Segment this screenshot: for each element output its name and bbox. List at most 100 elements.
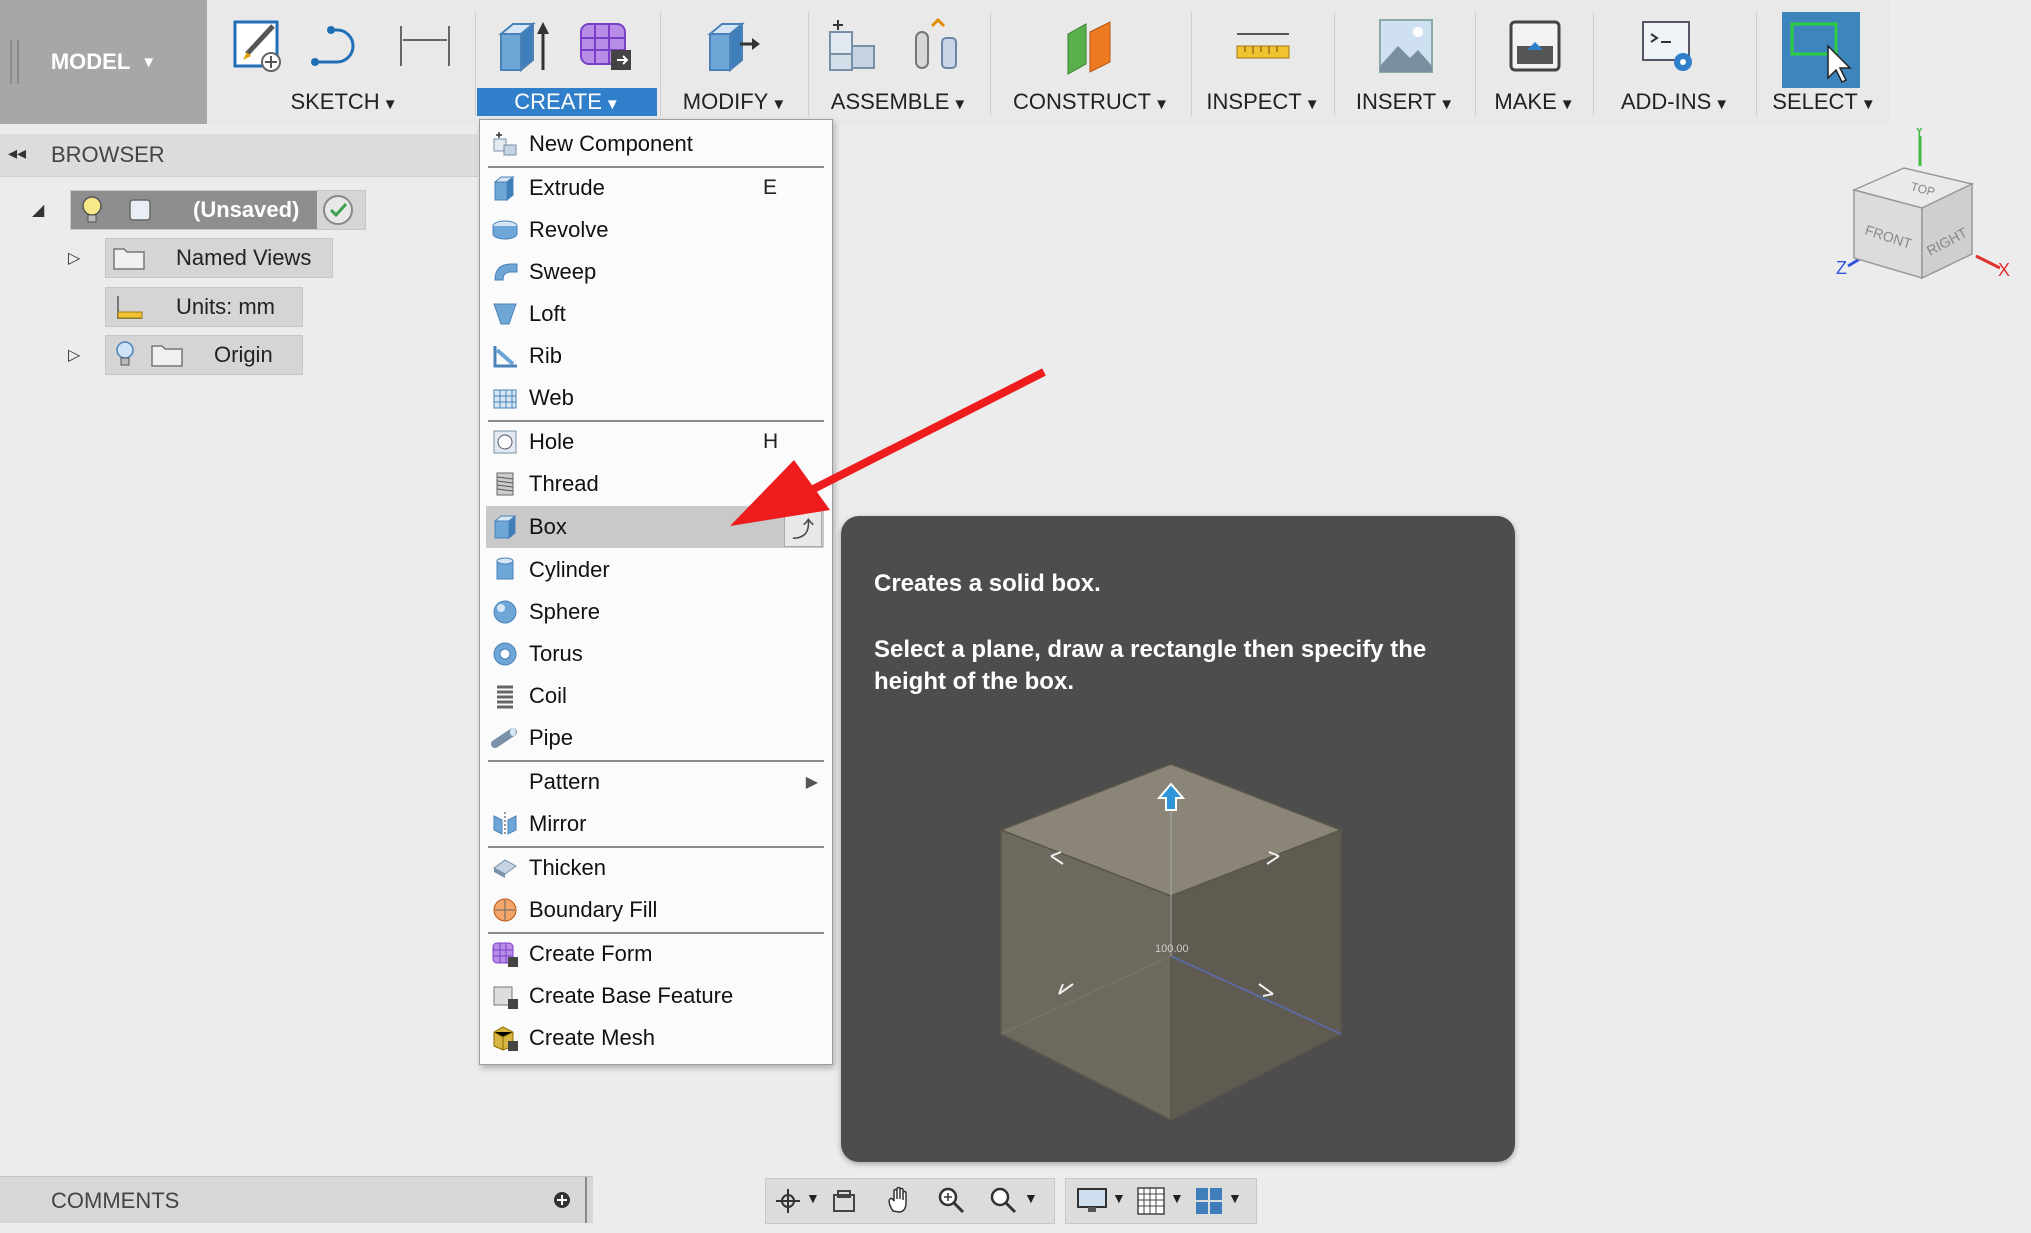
arc-icon[interactable]	[307, 16, 367, 76]
menu-item-pipe[interactable]: Pipe	[486, 718, 824, 758]
menu-item-cylinder[interactable]: Cylinder	[486, 550, 824, 590]
fit-zoom-icon[interactable]	[988, 1185, 1018, 1215]
pattern-placeholder-icon	[491, 768, 519, 796]
navigation-toolbar: ▼ ▼	[765, 1178, 1055, 1224]
workspace-switcher[interactable]: MODEL ▼	[0, 0, 207, 124]
modify-group[interactable]: MODIFY ▼	[662, 0, 807, 124]
look-at-icon[interactable]	[830, 1187, 858, 1215]
assemble-group[interactable]: ASSEMBLE ▼	[810, 0, 988, 124]
tree-item-origin[interactable]: Origin	[105, 335, 303, 375]
assemble-menu[interactable]: ASSEMBLE ▼	[810, 88, 988, 116]
menu-item-extrude[interactable]: Extrude E	[486, 168, 824, 208]
menu-item-torus[interactable]: Torus	[486, 634, 824, 674]
menu-item-label: Boundary Fill	[529, 897, 658, 922]
scripts-addins-icon[interactable]	[1639, 16, 1699, 76]
create-menu[interactable]: CREATE ▼	[477, 88, 657, 116]
lightbulb-icon[interactable]	[114, 340, 136, 370]
construct-group[interactable]: CONSTRUCT ▼	[992, 0, 1190, 124]
inspect-group[interactable]: INSPECT ▼	[1193, 0, 1333, 124]
menu-item-label: Hole	[529, 429, 575, 454]
menu-item-label: Revolve	[529, 217, 609, 242]
chevron-down-icon: ▼	[1304, 96, 1320, 113]
offset-plane-icon[interactable]	[1060, 16, 1120, 76]
pan-hand-icon[interactable]	[884, 1185, 914, 1215]
loft-icon	[493, 303, 517, 325]
sketch-group[interactable]: SKETCH ▼	[215, 0, 473, 124]
expand-named-views-icon[interactable]: ▷	[68, 248, 80, 268]
display-settings-icon[interactable]	[1076, 1186, 1108, 1216]
measure-icon[interactable]	[1233, 16, 1293, 76]
collapse-root-icon[interactable]: ◢	[32, 200, 44, 220]
joint-icon[interactable]	[908, 16, 968, 76]
zoom-icon[interactable]	[936, 1185, 966, 1215]
chevron-down-icon: ▼	[1154, 96, 1169, 113]
menu-item-coil[interactable]: Coil	[486, 676, 824, 716]
3d-print-icon[interactable]	[1505, 16, 1565, 76]
revolve-icon	[492, 220, 518, 240]
create-form-icon	[492, 942, 518, 967]
select-group[interactable]: SELECT ▼	[1758, 0, 1890, 124]
create-form-icon[interactable]	[577, 16, 637, 76]
insert-group[interactable]: INSERT ▼	[1336, 0, 1474, 124]
create-group[interactable]: CREATE ▼	[477, 0, 657, 124]
browser-header[interactable]: ◂◂ BROWSER	[0, 134, 478, 177]
create-sketch-icon[interactable]	[227, 16, 287, 76]
menu-item-pattern[interactable]: Pattern ▶	[486, 762, 824, 802]
add-comment-icon[interactable]	[553, 1191, 571, 1209]
menu-item-thicken[interactable]: Thicken	[486, 848, 824, 888]
menu-item-new-component[interactable]: New Component	[486, 124, 824, 164]
modify-menu[interactable]: MODIFY ▼	[662, 88, 807, 116]
insert-menu[interactable]: INSERT ▼	[1336, 88, 1474, 116]
menu-item-create-mesh[interactable]: Create Mesh	[486, 1018, 824, 1058]
chevron-down-icon[interactable]: ▼	[1112, 1190, 1126, 1206]
box-tooltip: Creates a solid box. Select a plane, dra…	[841, 516, 1515, 1162]
browser-root-node[interactable]: (Unsaved)	[70, 190, 366, 230]
add-ins-group[interactable]: ADD-INS ▼	[1595, 0, 1755, 124]
add-ins-menu[interactable]: ADD-INS ▼	[1595, 88, 1755, 116]
menu-item-revolve[interactable]: Revolve	[486, 210, 824, 250]
toolbar-grip[interactable]	[10, 40, 19, 84]
menu-item-loft[interactable]: Loft	[486, 294, 824, 334]
chevron-down-icon[interactable]: ▼	[1170, 1190, 1184, 1206]
menu-item-sphere[interactable]: Sphere	[486, 592, 824, 632]
insert-image-icon[interactable]	[1376, 16, 1436, 76]
menu-item-create-form[interactable]: Create Form	[486, 934, 824, 974]
tree-item-named-views[interactable]: Named Views	[105, 238, 333, 278]
make-group[interactable]: MAKE ▼	[1477, 0, 1592, 124]
press-pull-icon[interactable]	[702, 16, 762, 76]
inspect-menu[interactable]: INSPECT ▼	[1193, 88, 1333, 116]
tree-item-units[interactable]: Units: mm	[105, 287, 303, 327]
grid-icon[interactable]	[1136, 1186, 1166, 1216]
panel-divider[interactable]	[585, 1177, 587, 1223]
sketch-menu[interactable]: SKETCH ▼	[215, 88, 473, 116]
divider	[1593, 12, 1594, 116]
lightbulb-icon[interactable]	[79, 195, 105, 225]
select-button[interactable]	[1782, 12, 1860, 88]
collapse-panel-icon[interactable]: ◂◂	[8, 143, 26, 164]
menu-item-label: Mirror	[529, 811, 587, 836]
folder-icon	[151, 345, 183, 367]
expand-origin-icon[interactable]: ▷	[68, 345, 80, 365]
viewcube[interactable]: TOP FRONT RIGHT Y X Z	[1834, 128, 2014, 308]
sphere-icon	[493, 600, 517, 624]
menu-item-mirror[interactable]: Mirror	[486, 804, 824, 844]
comments-panel[interactable]: COMMENTS	[0, 1176, 593, 1223]
extrude-icon[interactable]	[493, 16, 553, 76]
chevron-down-icon[interactable]: ▼	[1228, 1190, 1242, 1206]
tooltip-description: Select a plane, draw a rectangle then sp…	[874, 636, 1427, 695]
construct-menu[interactable]: CONSTRUCT ▼	[992, 88, 1190, 116]
select-menu[interactable]: SELECT ▼	[1758, 88, 1890, 116]
create-dropdown-menu: New Component Extrude E Revolve Sweep Lo…	[479, 119, 833, 1065]
chevron-down-icon: ▼	[604, 96, 620, 113]
chevron-down-icon[interactable]: ▼	[1024, 1190, 1038, 1206]
menu-item-boundary-fill[interactable]: Boundary Fill	[486, 890, 824, 930]
orbit-icon[interactable]	[774, 1187, 802, 1215]
make-menu[interactable]: MAKE ▼	[1477, 88, 1592, 116]
dimension-icon[interactable]	[395, 16, 455, 76]
viewports-icon[interactable]	[1194, 1186, 1224, 1216]
new-component-icon[interactable]	[824, 16, 884, 76]
menu-item-sweep[interactable]: Sweep	[486, 252, 824, 292]
chevron-down-icon[interactable]: ▼	[806, 1190, 820, 1206]
menu-item-create-base-feature[interactable]: Create Base Feature	[486, 976, 824, 1016]
menu-item-label: Loft	[529, 301, 566, 326]
